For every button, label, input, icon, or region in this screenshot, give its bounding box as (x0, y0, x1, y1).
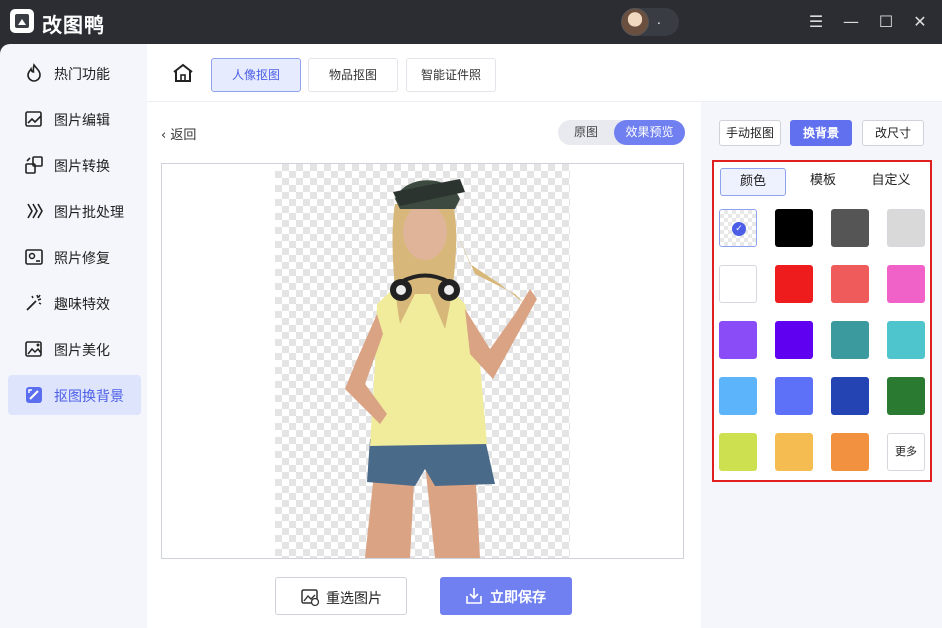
main-content: 人像抠图 物品抠图 智能证件照 ‹ 返回 原图 效果预览 重选图片 立即保存 手… (147, 44, 942, 628)
color-swatch[interactable] (775, 321, 813, 359)
beautify-icon (24, 339, 44, 359)
sidebar-item-repair[interactable]: 照片修复 (8, 237, 141, 277)
magic-wand-icon (24, 293, 44, 313)
sidebar-item-convert[interactable]: 图片转换 (8, 145, 141, 185)
batch-icon (24, 201, 44, 221)
subtab-custom[interactable]: 自定义 (858, 168, 924, 196)
color-swatch[interactable] (831, 377, 869, 415)
color-swatch[interactable] (719, 321, 757, 359)
chevron-left-icon: ‹ (161, 128, 171, 143)
sidebar-item-label: 热门功能 (54, 67, 110, 83)
sidebar-item-beautify[interactable]: 图片美化 (8, 329, 141, 369)
sidebar-item-label: 趣味特效 (54, 297, 110, 313)
app-logo-icon (10, 9, 34, 33)
change-background-button[interactable]: 换背景 (790, 120, 852, 146)
sidebar-item-label: 照片修复 (54, 251, 110, 267)
close-icon[interactable]: ✕ (910, 12, 930, 32)
color-swatch[interactable] (831, 433, 869, 471)
menu-icon[interactable]: ☰ (806, 12, 826, 32)
convert-icon (24, 155, 44, 175)
sidebar-item-label: 抠图换背景 (54, 389, 124, 405)
app-title: 改图鸭 (42, 13, 105, 37)
maximize-icon[interactable]: ☐ (876, 12, 896, 32)
tab-portrait-cutout[interactable]: 人像抠图 (211, 58, 301, 92)
sidebar-item-label: 图片转换 (54, 159, 110, 175)
background-color-panel: 颜色 模板 自定义 ✓ 更多 (712, 160, 932, 482)
right-panel: 手动抠图 换背景 改尺寸 颜色 模板 自定义 ✓ 更多 (701, 102, 942, 628)
subtab-template[interactable]: 模板 (790, 168, 856, 196)
color-swatch[interactable] (775, 265, 813, 303)
color-swatch[interactable] (887, 377, 925, 415)
more-colors-button[interactable]: 更多 (887, 433, 925, 471)
sidebar-item-batch[interactable]: 图片批处理 (8, 191, 141, 231)
color-swatch[interactable] (719, 433, 757, 471)
color-swatch[interactable] (775, 209, 813, 247)
toggle-original[interactable]: 原图 (558, 120, 614, 145)
color-swatch[interactable] (775, 433, 813, 471)
tab-id-photo[interactable]: 智能证件照 (406, 58, 496, 92)
manual-cutout-button[interactable]: 手动抠图 (719, 120, 781, 146)
toggle-effect-preview[interactable]: 效果预览 (614, 120, 685, 145)
sidebar-item-label: 图片批处理 (54, 205, 124, 221)
sidebar-item-label: 图片编辑 (54, 113, 110, 129)
image-canvas[interactable] (161, 163, 684, 559)
home-icon[interactable] (171, 62, 195, 84)
color-swatch[interactable] (719, 265, 757, 303)
title-bar: 改图鸭 . ☰ — ☐ ✕ (0, 0, 942, 44)
tab-object-cutout[interactable]: 物品抠图 (308, 58, 398, 92)
sidebar-item-image-edit[interactable]: 图片编辑 (8, 99, 141, 139)
download-icon (464, 586, 484, 606)
back-label: 返回 (170, 128, 197, 143)
repair-icon (24, 247, 44, 267)
color-swatch[interactable] (775, 377, 813, 415)
image-edit-icon (24, 109, 44, 129)
save-now-button[interactable]: 立即保存 (440, 577, 572, 615)
sidebar-item-effects[interactable]: 趣味特效 (8, 283, 141, 323)
image-replace-icon (300, 587, 320, 607)
color-swatch[interactable] (831, 321, 869, 359)
top-nav: 人像抠图 物品抠图 智能证件照 (147, 44, 942, 102)
color-swatch-transparent[interactable]: ✓ (719, 209, 757, 247)
flame-icon (24, 63, 44, 83)
minimize-icon[interactable]: — (841, 12, 861, 32)
color-swatch[interactable] (887, 321, 925, 359)
sidebar-item-label: 图片美化 (54, 343, 110, 359)
resize-button[interactable]: 改尺寸 (862, 120, 924, 146)
back-link[interactable]: ‹ 返回 (161, 124, 196, 143)
reselect-label: 重选图片 (326, 591, 382, 607)
cutout-icon (24, 385, 44, 405)
subtab-color[interactable]: 颜色 (720, 168, 786, 196)
portrait-cutout-image (345, 179, 537, 558)
sidebar: 热门功能 图片编辑 图片转换 图片批处理 照片修复 趣味特效 图片美化 抠图换背… (0, 44, 147, 628)
view-toggle: 原图 效果预览 (558, 120, 685, 145)
check-icon: ✓ (732, 222, 746, 236)
user-name[interactable]: . (657, 13, 661, 27)
reselect-image-button[interactable]: 重选图片 (275, 577, 407, 615)
sidebar-item-hot[interactable]: 热门功能 (8, 53, 141, 93)
color-swatch[interactable] (887, 209, 925, 247)
sidebar-item-cutout[interactable]: 抠图换背景 (8, 375, 141, 415)
color-swatch[interactable] (887, 265, 925, 303)
color-swatch[interactable] (719, 377, 757, 415)
avatar[interactable] (621, 8, 649, 36)
color-swatch[interactable] (831, 265, 869, 303)
color-swatch[interactable] (831, 209, 869, 247)
save-label: 立即保存 (490, 590, 546, 606)
